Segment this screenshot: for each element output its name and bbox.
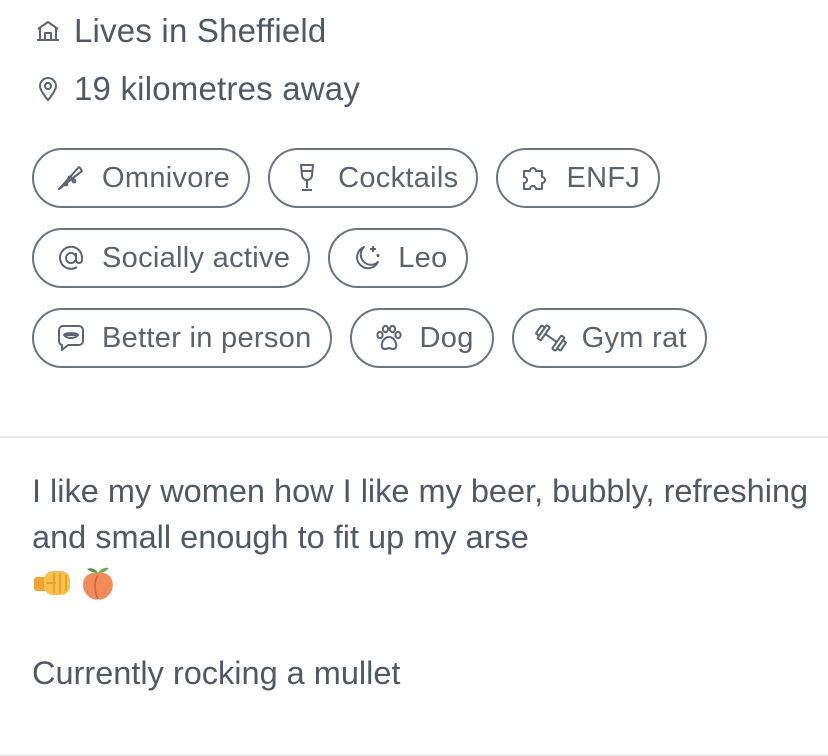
chip-label: Leo [398,241,448,274]
section-divider [0,436,828,438]
distance-text: 19 kilometres away [74,70,361,107]
at-sign-icon [54,241,88,275]
chip-omnivore[interactable]: Omnivore [32,148,251,208]
bio-text-2: Currently rocking a mullet [32,655,401,691]
chip-enfj[interactable]: ENFJ [496,148,661,208]
chip-dog[interactable]: Dog [349,308,494,368]
puzzle-icon [518,161,552,195]
chip-socially-active[interactable]: Socially active [32,228,311,288]
chip-gym-rat[interactable]: Gym rat [511,308,707,368]
chip-label: ENFJ [566,161,641,194]
map-pin-icon [34,75,62,103]
bio-emojis [32,560,812,606]
chip-label: Dog [419,321,474,354]
dumbbell-icon [534,321,568,355]
chip-label: Better in person [102,321,312,354]
chip-better-in-person[interactable]: Better in person [32,308,332,368]
chip-leo[interactable]: Leo [328,228,468,288]
distance-row: 19 kilometres away [34,70,360,108]
fist-emoji [32,565,74,601]
chips-row-2: Socially active Leo [32,228,468,288]
chip-label: Gym rat [581,321,687,354]
chip-label: Cocktails [338,161,459,194]
chips-row-3: Better in person Dog Gym rat [32,308,707,368]
pizza-icon [54,161,88,195]
paw-icon [372,321,406,355]
chips-row-1: Omnivore Cocktails ENFJ [32,148,661,208]
moon-stars-icon [350,241,384,275]
speech-lips-icon [54,321,88,355]
bio-text: I like my women how I like my beer, bubb… [32,473,809,555]
location-text: Lives in Sheffield [74,12,327,49]
wine-glass-icon [290,161,324,195]
peach-emoji [78,563,118,603]
home-icon [34,17,62,45]
location-row: Lives in Sheffield [34,12,327,50]
bio-section: I like my women how I like my beer, bubb… [32,468,812,696]
chip-label: Omnivore [102,161,231,194]
chip-cocktails[interactable]: Cocktails [268,148,479,208]
chip-label: Socially active [102,241,291,274]
